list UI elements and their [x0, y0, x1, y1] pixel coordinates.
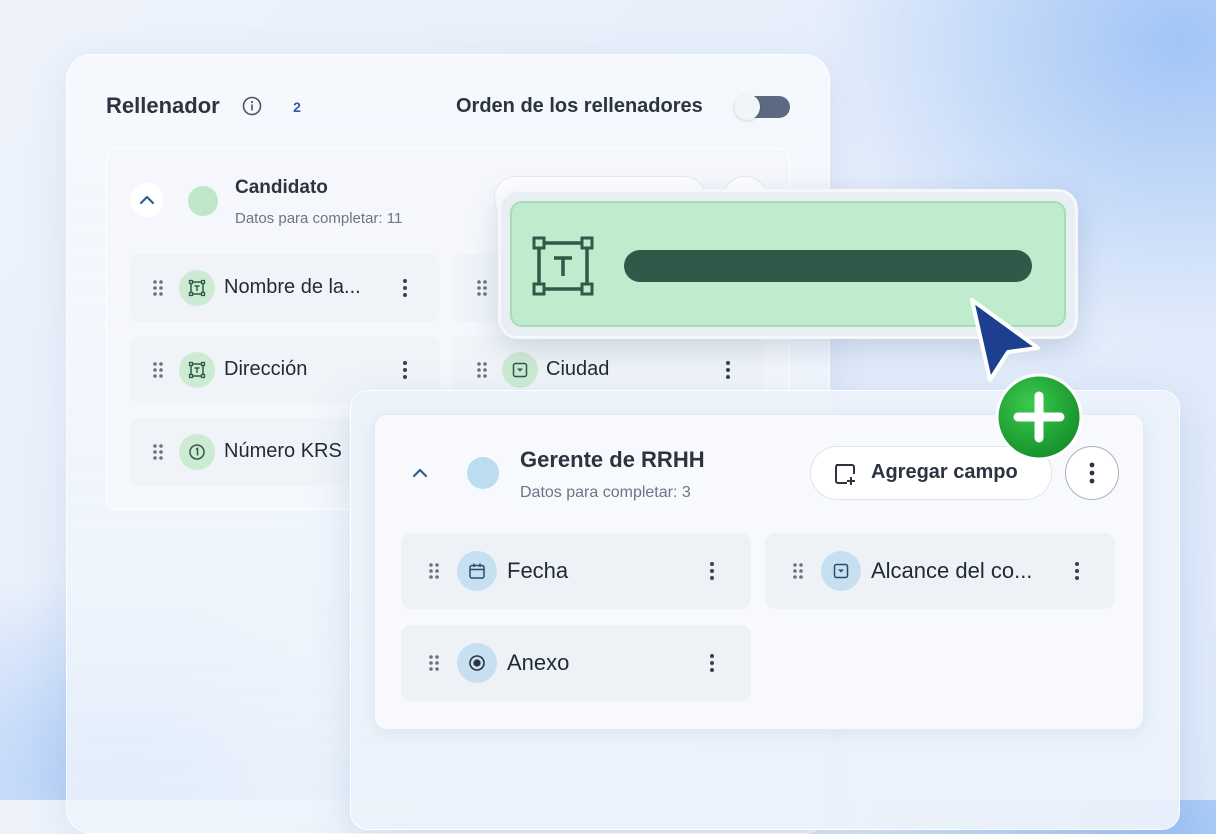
- add-plus-icon: [995, 373, 1083, 461]
- field-label: Anexo: [507, 650, 570, 675]
- toggle-knob: [734, 94, 760, 120]
- chevron-up-icon: [412, 468, 428, 478]
- kebab-menu-icon[interactable]: [1074, 561, 1080, 581]
- gerente-title: Gerente de RRHH: [520, 447, 705, 472]
- drag-handle-icon[interactable]: [152, 361, 164, 379]
- field-label: Alcance del co...: [871, 558, 1033, 583]
- field-label: Número KRS: [224, 440, 342, 462]
- field-label: Fecha: [507, 558, 569, 583]
- field-row-gerente[interactable]: Anexo: [401, 625, 751, 701]
- panel-title: Rellenador: [106, 93, 220, 118]
- drag-handle-icon[interactable]: [428, 562, 440, 580]
- text-placeholder-bar: [624, 250, 1032, 282]
- dropdown-icon: [821, 551, 861, 591]
- kebab-menu-icon[interactable]: [402, 278, 408, 298]
- drag-handle-icon[interactable]: [152, 279, 164, 297]
- candidato-subtitle: Datos para completar: 11: [235, 210, 403, 227]
- collapse-candidato-button[interactable]: [130, 183, 164, 217]
- text-field-icon: [532, 236, 594, 296]
- collapse-gerente-button[interactable]: [403, 456, 437, 490]
- calendar-icon: [457, 551, 497, 591]
- kebab-menu-icon[interactable]: [709, 561, 715, 581]
- number-icon: [179, 434, 215, 470]
- field-label: Nombre de la...: [224, 276, 361, 298]
- field-row-gerente[interactable]: Fecha: [401, 533, 751, 609]
- field-row-gerente[interactable]: Alcance del co...: [765, 533, 1115, 609]
- gerente-color-dot: [467, 457, 499, 489]
- kebab-menu-icon[interactable]: [709, 653, 715, 673]
- kebab-menu-icon[interactable]: [402, 360, 408, 380]
- dropdown-icon: [502, 352, 538, 388]
- drag-handle-icon[interactable]: [152, 443, 164, 461]
- filler-count-badge: 2: [293, 99, 301, 115]
- add-field-label: Agregar campo: [871, 461, 1018, 483]
- text-field-icon: [179, 352, 215, 388]
- add-field-icon: [835, 464, 855, 485]
- drag-handle-icon[interactable]: [476, 361, 488, 379]
- candidato-title: Candidato: [235, 177, 328, 198]
- candidato-color-dot: [188, 186, 218, 216]
- field-label: Ciudad: [546, 358, 610, 380]
- field-label: Dirección: [224, 358, 308, 380]
- drag-handle-icon[interactable]: [428, 654, 440, 672]
- drag-handle-icon[interactable]: [792, 562, 804, 580]
- filler-order-toggle[interactable]: [734, 94, 790, 120]
- kebab-menu-icon[interactable]: [725, 360, 731, 380]
- chevron-up-icon: [139, 195, 155, 205]
- radio-icon: [457, 643, 497, 683]
- filler-order-label: Orden de los rellenadores: [456, 95, 703, 117]
- kebab-menu-icon: [1089, 462, 1095, 484]
- text-field-icon: [179, 270, 215, 306]
- field-row-candidato[interactable]: Nombre de la...: [130, 254, 440, 322]
- gerente-subtitle: Datos para completar: 3: [520, 484, 691, 501]
- info-icon[interactable]: [242, 96, 262, 116]
- drag-handle-icon[interactable]: [476, 279, 488, 297]
